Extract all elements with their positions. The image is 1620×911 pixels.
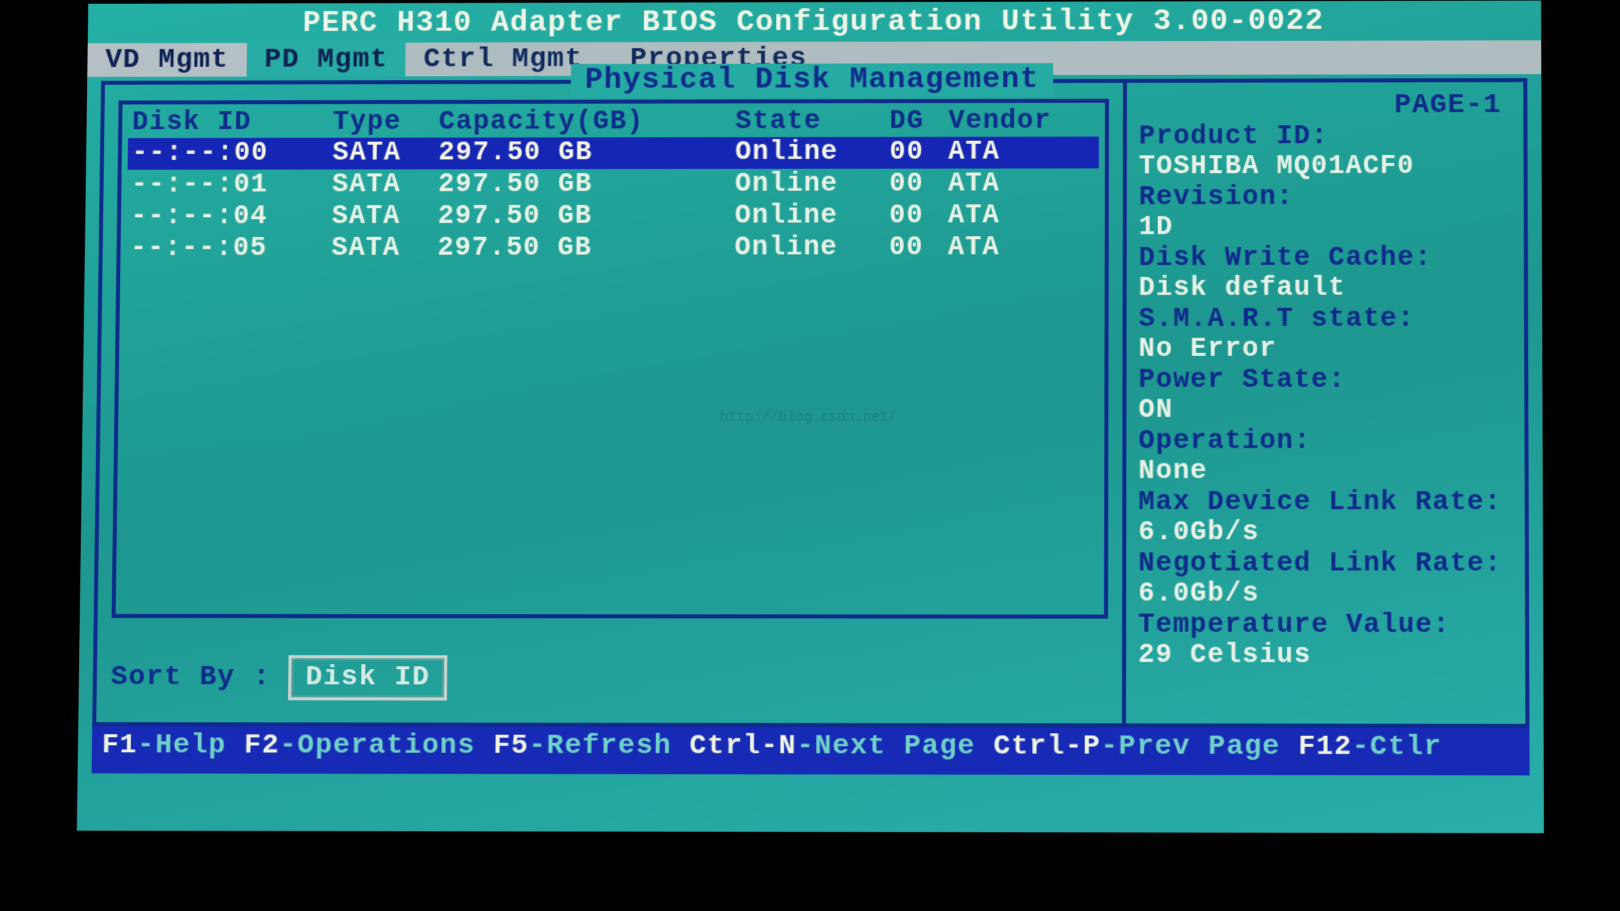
table-row[interactable]: --:--:05SATA297.50 GBOnline00ATA bbox=[126, 232, 1098, 265]
smart-value: No Error bbox=[1139, 335, 1515, 365]
operation-value: None bbox=[1138, 457, 1514, 487]
sort-by-selector[interactable]: Disk ID bbox=[288, 655, 447, 700]
cell-id: --:--:00 bbox=[128, 138, 329, 170]
revision-label: Revision: bbox=[1139, 183, 1514, 213]
cell-capacity: 297.50 GB bbox=[434, 169, 731, 201]
col-disk-id: Disk ID bbox=[128, 108, 329, 138]
ctrl-n-action: -Next Page bbox=[797, 731, 976, 762]
f2-action: -Operations bbox=[279, 730, 475, 761]
temp-value: 29 Celsius bbox=[1138, 641, 1515, 672]
product-id-value: TOSHIBA MQ01ACF0 bbox=[1139, 152, 1514, 182]
temp-label: Temperature Value: bbox=[1138, 611, 1515, 641]
col-state: State bbox=[731, 107, 885, 137]
cell-type: SATA bbox=[328, 169, 434, 201]
footer-help-bar: F1-Help F2-Operations F5-Refresh Ctrl-N-… bbox=[92, 726, 1530, 775]
cell-capacity: 297.50 GB bbox=[434, 201, 731, 233]
col-vendor: Vendor bbox=[944, 107, 1099, 137]
ctrl-p-key[interactable]: Ctrl-P bbox=[993, 731, 1101, 762]
f12-action: -Ctlr bbox=[1352, 732, 1442, 763]
bios-screen: PERC H310 Adapter BIOS Configuration Uti… bbox=[77, 1, 1544, 834]
page-indicator: PAGE-1 bbox=[1139, 90, 1514, 121]
cell-state: Online bbox=[731, 137, 885, 169]
main-frame: Physical Disk Management Disk ID Type Ca… bbox=[92, 78, 1529, 728]
table-header-row: Disk ID Type Capacity(GB) State DG Vendo… bbox=[128, 107, 1099, 138]
f1-action: -Help bbox=[137, 730, 226, 761]
write-cache-label: Disk Write Cache: bbox=[1139, 244, 1514, 274]
col-dg: DG bbox=[886, 107, 945, 137]
revision-value: 1D bbox=[1139, 213, 1514, 243]
max-link-value: 6.0Gb/s bbox=[1138, 518, 1514, 548]
cell-vendor: ATA bbox=[944, 137, 1099, 169]
cell-vendor: ATA bbox=[944, 200, 1099, 232]
col-capacity: Capacity(GB) bbox=[435, 107, 732, 137]
ctrl-n-key[interactable]: Ctrl-N bbox=[689, 731, 796, 762]
cell-capacity: 297.50 GB bbox=[434, 233, 731, 265]
cell-vendor: ATA bbox=[944, 168, 1099, 200]
cell-state: Online bbox=[731, 201, 885, 233]
cell-type: SATA bbox=[328, 201, 434, 233]
col-type: Type bbox=[329, 108, 435, 138]
cell-state: Online bbox=[731, 169, 885, 201]
tab-vd-mgmt[interactable]: VD Mgmt bbox=[87, 43, 246, 77]
disk-table: Disk ID Type Capacity(GB) State DG Vendo… bbox=[126, 107, 1099, 265]
max-link-label: Max Device Link Rate: bbox=[1138, 488, 1514, 518]
neg-link-value: 6.0Gb/s bbox=[1138, 579, 1515, 609]
f5-action: -Refresh bbox=[529, 731, 672, 762]
cell-dg: 00 bbox=[885, 232, 944, 264]
disk-table-box: Disk ID Type Capacity(GB) State DG Vendo… bbox=[112, 99, 1109, 619]
cell-type: SATA bbox=[328, 138, 434, 170]
watermark-text: http://blog.csdn.net/ bbox=[720, 410, 897, 426]
smart-label: S.M.A.R.T state: bbox=[1139, 305, 1514, 335]
operation-label: Operation: bbox=[1138, 427, 1514, 457]
cell-type: SATA bbox=[327, 233, 434, 265]
cell-capacity: 297.50 GB bbox=[434, 137, 731, 169]
neg-link-label: Negotiated Link Rate: bbox=[1138, 549, 1515, 579]
disk-list-panel: Disk ID Type Capacity(GB) State DG Vendo… bbox=[96, 83, 1123, 724]
f1-key[interactable]: F1 bbox=[102, 730, 138, 761]
table-row[interactable]: --:--:01SATA297.50 GBOnline00ATA bbox=[127, 168, 1099, 201]
cell-id: --:--:01 bbox=[127, 170, 328, 202]
write-cache-value: Disk default bbox=[1139, 274, 1514, 304]
app-title: PERC H310 Adapter BIOS Configuration Uti… bbox=[88, 1, 1541, 44]
cell-id: --:--:04 bbox=[127, 201, 328, 233]
product-id-label: Product ID: bbox=[1139, 122, 1514, 152]
cell-vendor: ATA bbox=[944, 232, 1099, 264]
tab-pd-mgmt[interactable]: PD Mgmt bbox=[246, 43, 406, 77]
f2-key[interactable]: F2 bbox=[244, 730, 280, 761]
cell-dg: 00 bbox=[885, 169, 944, 201]
sort-by-label: Sort By : bbox=[111, 662, 271, 693]
cell-dg: 00 bbox=[885, 137, 944, 169]
f12-key[interactable]: F12 bbox=[1298, 732, 1352, 763]
ctrl-p-action: -Prev Page bbox=[1101, 731, 1280, 763]
f5-key[interactable]: F5 bbox=[493, 731, 529, 762]
table-row[interactable]: --:--:00SATA297.50 GBOnline00ATA bbox=[128, 137, 1099, 170]
disk-details-panel: PAGE-1 Product ID: TOSHIBA MQ01ACF0 Revi… bbox=[1122, 82, 1525, 724]
power-value: ON bbox=[1138, 396, 1514, 426]
power-label: Power State: bbox=[1139, 366, 1515, 396]
sort-by-row: Sort By : Disk ID bbox=[111, 655, 448, 700]
cell-dg: 00 bbox=[885, 200, 944, 232]
table-row[interactable]: --:--:04SATA297.50 GBOnline00ATA bbox=[127, 200, 1099, 233]
cell-state: Online bbox=[731, 232, 886, 264]
cell-id: --:--:05 bbox=[126, 233, 327, 265]
